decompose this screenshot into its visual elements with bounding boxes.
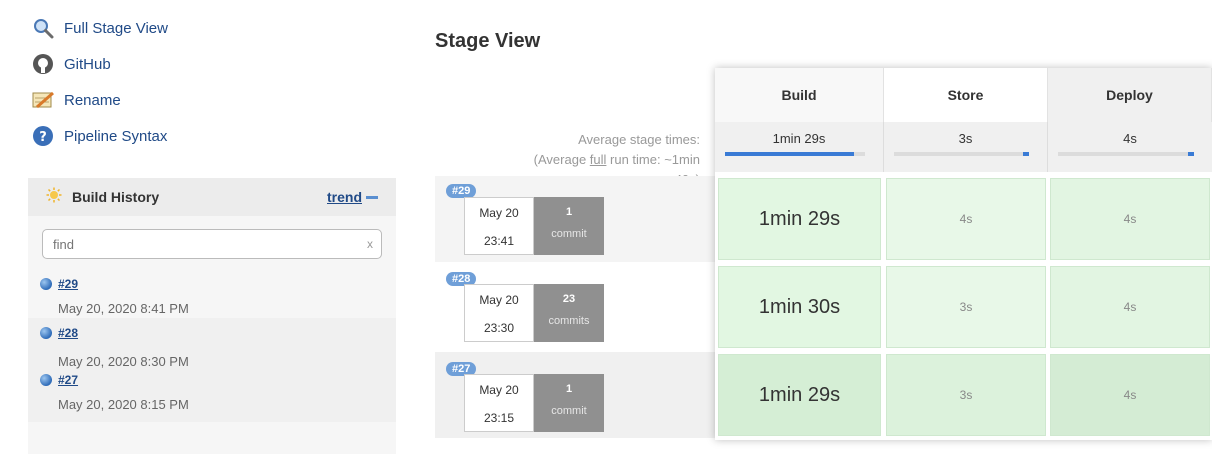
stage-grid: Build Store Deploy 1min 29s 3s 4s 1min 2…	[715, 68, 1212, 440]
stage-cell-store[interactable]: 3s	[886, 266, 1046, 348]
commit-count: 1	[565, 206, 573, 218]
run-date: May 20	[479, 383, 519, 397]
stage-avg-time: 4s	[1123, 131, 1137, 146]
build-search-input[interactable]	[51, 235, 367, 253]
run-commits-box[interactable]: 23 commits	[534, 284, 604, 342]
commit-count: 1	[565, 383, 573, 395]
trend-icon[interactable]	[366, 195, 378, 199]
magnifier-icon	[30, 15, 56, 41]
commit-word: commit	[551, 228, 587, 240]
run-date: May 20	[479, 206, 519, 220]
task-github[interactable]: GitHub	[30, 46, 168, 82]
task-label: Rename	[64, 91, 121, 109]
task-label: GitHub	[64, 55, 111, 73]
task-rename[interactable]: Rename	[30, 82, 168, 118]
sun-icon	[46, 187, 62, 208]
notepad-pencil-icon	[30, 87, 56, 113]
task-label: Full Stage View	[64, 19, 168, 37]
stage-avg-deploy: 4s	[1048, 122, 1212, 172]
stage-cell-build[interactable]: 1min 29s	[718, 178, 881, 260]
status-ball-icon	[40, 327, 52, 339]
stage-avg-time: 1min 29s	[772, 131, 826, 146]
commit-count: 23	[562, 293, 576, 305]
github-icon	[30, 51, 56, 77]
build-history-row: #29 May 20, 2020 8:41 PM	[28, 269, 396, 318]
stage-avg-store: 3s	[884, 122, 1048, 172]
build-history-title: Build History	[72, 189, 160, 205]
run-commits-box[interactable]: 1 commit	[534, 374, 604, 432]
run-time: 23:41	[483, 234, 515, 248]
build-search-box: x	[42, 229, 382, 259]
status-ball-icon	[40, 278, 52, 290]
task-full-stage-view[interactable]: Full Stage View	[30, 10, 168, 46]
avg-stage-times: Average stage times:	[578, 132, 700, 147]
task-label: Pipeline Syntax	[64, 127, 168, 145]
build-number-link[interactable]: #28	[58, 326, 78, 340]
stage-avg-bar	[725, 152, 865, 156]
build-date: May 20, 2020 8:15 PM	[58, 397, 189, 412]
help-icon: ?	[30, 123, 56, 149]
stage-cell-build[interactable]: 1min 30s	[718, 266, 881, 348]
run-date: May 20	[479, 293, 519, 307]
run-date-box: May 20 23:15	[464, 374, 534, 432]
svg-text:?: ?	[39, 130, 47, 145]
build-number-link[interactable]: #27	[58, 373, 78, 387]
status-ball-icon	[40, 374, 52, 386]
run-commits-box[interactable]: 1 commit	[534, 197, 604, 255]
task-pipeline-syntax[interactable]: ? Pipeline Syntax	[30, 118, 168, 154]
clear-search-icon[interactable]: x	[367, 237, 373, 251]
run-time: 23:30	[483, 321, 515, 335]
stage-avg-fill	[1023, 152, 1029, 156]
stage-avg-bar	[894, 152, 1029, 156]
commit-word: commits	[548, 315, 590, 327]
run-time: 23:15	[483, 411, 515, 425]
build-history-row: #28 May 20, 2020 8:30 PM	[28, 318, 396, 373]
task-list: Full Stage View GitHub Rename ? Pipeline…	[30, 10, 168, 154]
build-date: May 20, 2020 8:41 PM	[58, 301, 189, 316]
stage-avg-fill	[725, 152, 854, 156]
commit-word: commit	[551, 405, 587, 417]
stage-cell-deploy[interactable]: 4s	[1050, 178, 1210, 260]
stage-header-deploy[interactable]: Deploy	[1048, 68, 1212, 122]
stage-cell-store[interactable]: 3s	[886, 354, 1046, 436]
stage-cell-build[interactable]: 1min 29s	[718, 354, 881, 436]
run-badge[interactable]: #29	[446, 184, 477, 198]
build-history-header: Build History trend	[28, 178, 396, 216]
stage-avg-build: 1min 29s	[715, 122, 884, 172]
build-history-panel: Build History trend x #29 May 20, 2020 8…	[28, 178, 396, 454]
run-date-box: May 20 23:41	[464, 197, 534, 255]
trend-link[interactable]: trend	[327, 189, 362, 205]
stage-avg-bar	[1058, 152, 1194, 156]
full-run-link[interactable]: full	[590, 152, 607, 167]
stage-cell-deploy[interactable]: 4s	[1050, 354, 1210, 436]
build-date: May 20, 2020 8:30 PM	[58, 354, 189, 369]
run-date-box: May 20 23:30	[464, 284, 534, 342]
stage-header-build[interactable]: Build	[715, 68, 884, 122]
avg-run-suffix: run time: ~1min	[606, 152, 700, 167]
stage-avg-time: 3s	[958, 131, 973, 146]
avg-run-prefix: (Average	[533, 152, 590, 167]
build-number-link[interactable]: #29	[58, 277, 78, 291]
stage-view-title: Stage View	[435, 30, 541, 52]
build-history-row: #27 May 20, 2020 8:15 PM	[28, 373, 396, 422]
stage-header-store[interactable]: Store	[884, 68, 1048, 122]
stage-cell-store[interactable]: 4s	[886, 178, 1046, 260]
stage-avg-fill	[1188, 152, 1194, 156]
stage-cell-deploy[interactable]: 4s	[1050, 266, 1210, 348]
